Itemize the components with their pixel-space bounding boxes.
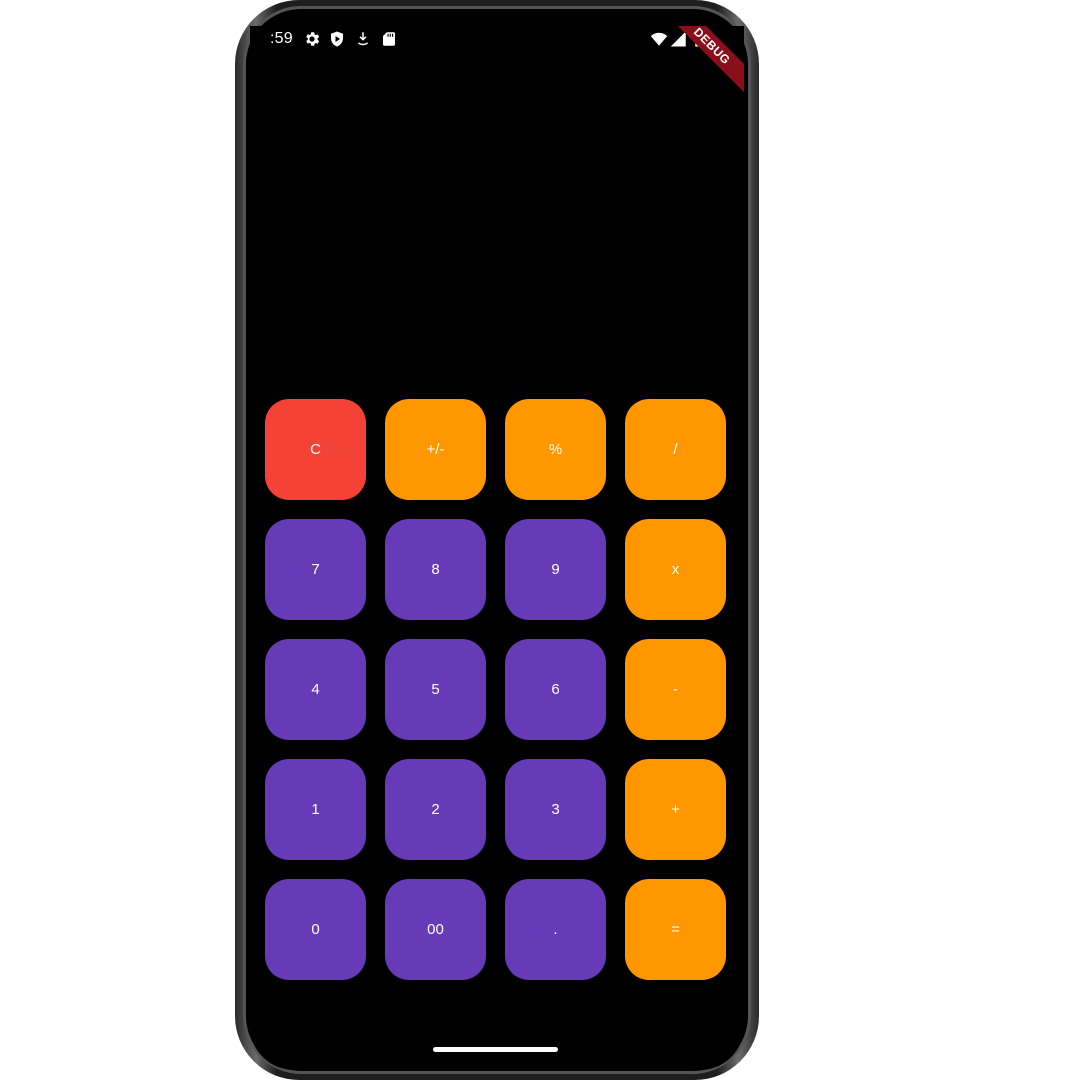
key-percent-button[interactable]: % — [505, 399, 606, 500]
key-2-button[interactable]: 2 — [385, 759, 486, 860]
key-1-button[interactable]: 1 — [265, 759, 366, 860]
key-plus-button[interactable]: + — [625, 759, 726, 860]
wifi-icon — [650, 32, 668, 46]
key-divide-button[interactable]: / — [625, 399, 726, 500]
key-plusminusminus-button[interactable]: +/- — [385, 399, 486, 500]
key-5-button[interactable]: 5 — [385, 639, 486, 740]
key-7-button[interactable]: 7 — [265, 519, 366, 620]
key-3-button[interactable]: 3 — [505, 759, 606, 860]
home-indicator[interactable] — [433, 1047, 558, 1052]
debug-banner: DEBUG — [655, 26, 744, 103]
key-equals-button[interactable]: = — [625, 879, 726, 980]
status-bar: :59 DEBUG — [250, 26, 744, 103]
key-4-button[interactable]: 4 — [265, 639, 366, 740]
shield-play-icon — [331, 31, 343, 47]
key-0-button[interactable]: 0 — [265, 879, 366, 980]
key-decimal-button[interactable]: . — [505, 879, 606, 980]
gear-icon — [306, 32, 320, 46]
download-icon — [357, 32, 369, 46]
status-time: :59 — [270, 30, 293, 47]
key-8-button[interactable]: 8 — [385, 519, 486, 620]
key-9-button[interactable]: 9 — [505, 519, 606, 620]
key-C-button[interactable]: C — [265, 399, 366, 500]
key-multiply-button[interactable]: x — [625, 519, 726, 620]
key-00-button[interactable]: 00 — [385, 879, 486, 980]
calculator-screen: :59 DEBUG C +/-%/ 7 8 9 x 4 5 6 - 1 2 3 +… — [250, 26, 744, 1070]
key-6-button[interactable]: 6 — [505, 639, 606, 740]
sd-card-icon — [383, 32, 395, 46]
key-minus-button[interactable]: - — [625, 639, 726, 740]
